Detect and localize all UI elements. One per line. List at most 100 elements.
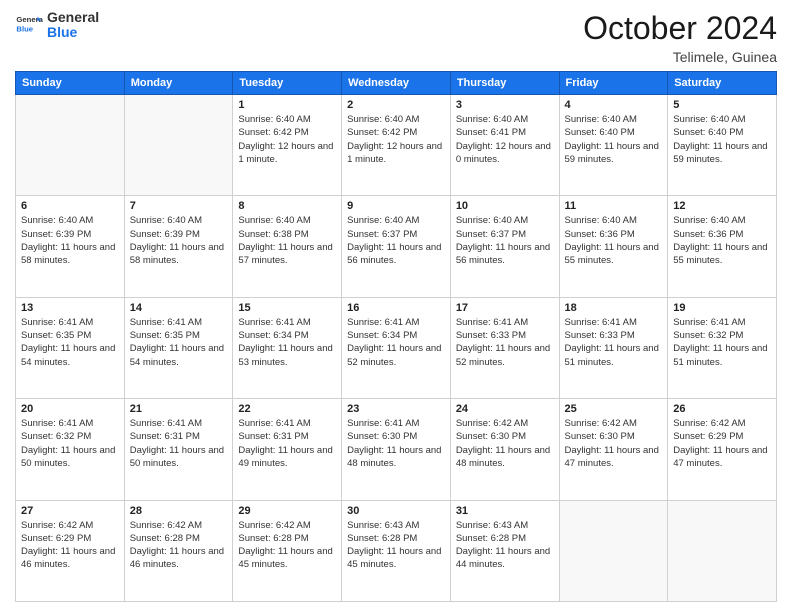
header: General Blue General Blue October 2024 T…	[15, 10, 777, 65]
day-number: 6	[21, 200, 119, 212]
calendar-week-3: 13 Sunrise: 6:41 AMSunset: 6:35 PMDayligh…	[16, 297, 777, 398]
day-info: Sunrise: 6:42 AMSunset: 6:29 PMDaylight:…	[21, 519, 119, 572]
day-info: Sunrise: 6:40 AMSunset: 6:39 PMDaylight:…	[21, 214, 119, 267]
day-number: 18	[565, 302, 663, 314]
day-info: Sunrise: 6:41 AMSunset: 6:31 PMDaylight:…	[130, 417, 228, 470]
calendar-cell: 17Sunrise: 6:41 AMSunset: 6:33 PMDayligh…	[450, 297, 559, 398]
day-info: Sunrise: 6:40 AMSunset: 6:42 PMDaylight:…	[238, 113, 336, 166]
calendar-cell: 3 Sunrise: 6:40 AMSunset: 6:41 PMDaylight…	[450, 95, 559, 196]
calendar-cell	[16, 95, 125, 196]
logo: General Blue General Blue	[15, 10, 99, 41]
day-info: Sunrise: 6:41 AMSunset: 6:34 PMDaylight:…	[347, 316, 445, 369]
day-info: Sunrise: 6:42 AMSunset: 6:28 PMDaylight:…	[238, 519, 336, 572]
calendar-cell: 9Sunrise: 6:40 AMSunset: 6:37 PMDaylight…	[342, 196, 451, 297]
calendar-cell: 16 Sunrise: 6:41 AMSunset: 6:34 PMDayligh…	[342, 297, 451, 398]
calendar-cell: 1Sunrise: 6:40 AMSunset: 6:42 PMDaylight…	[233, 95, 342, 196]
day-info: Sunrise: 6:40 AMSunset: 6:40 PMDaylight:…	[673, 113, 771, 166]
day-info: Sunrise: 6:42 AMSunset: 6:30 PMDaylight:…	[565, 417, 663, 470]
calendar-cell	[124, 95, 233, 196]
day-info: Sunrise: 6:40 AMSunset: 6:41 PMDaylight:…	[456, 113, 554, 166]
day-number: 25	[565, 403, 663, 415]
calendar-cell: 5 Sunrise: 6:40 AMSunset: 6:40 PMDaylight…	[668, 95, 777, 196]
logo-wordmark: General Blue	[47, 10, 99, 41]
day-info: Sunrise: 6:40 AMSunset: 6:40 PMDaylight:…	[565, 113, 663, 166]
month-title: October 2024	[583, 10, 777, 47]
calendar-cell: 7 Sunrise: 6:40 AMSunset: 6:39 PMDaylight…	[124, 196, 233, 297]
day-number: 4	[565, 99, 663, 111]
day-number: 31	[456, 505, 554, 517]
day-number: 5	[673, 99, 771, 111]
day-info: Sunrise: 6:40 AMSunset: 6:37 PMDaylight:…	[456, 214, 554, 267]
day-number: 17	[456, 302, 554, 314]
day-number: 28	[130, 505, 228, 517]
calendar-cell: 18Sunrise: 6:41 AMSunset: 6:33 PMDayligh…	[559, 297, 668, 398]
weekday-header-monday: Monday	[124, 72, 233, 95]
calendar-cell: 2 Sunrise: 6:40 AMSunset: 6:42 PMDaylight…	[342, 95, 451, 196]
day-info: Sunrise: 6:41 AMSunset: 6:31 PMDaylight:…	[238, 417, 336, 470]
day-number: 26	[673, 403, 771, 415]
calendar-cell: 12Sunrise: 6:40 AMSunset: 6:36 PMDayligh…	[668, 196, 777, 297]
weekday-header-friday: Friday	[559, 72, 668, 95]
day-info: Sunrise: 6:41 AMSunset: 6:35 PMDaylight:…	[130, 316, 228, 369]
weekday-header-row: SundayMondayTuesdayWednesdayThursdayFrid…	[16, 72, 777, 95]
day-info: Sunrise: 6:40 AMSunset: 6:36 PMDaylight:…	[673, 214, 771, 267]
day-info: Sunrise: 6:41 AMSunset: 6:30 PMDaylight:…	[347, 417, 445, 470]
calendar-cell: 10 Sunrise: 6:40 AMSunset: 6:37 PMDayligh…	[450, 196, 559, 297]
day-number: 16	[347, 302, 445, 314]
calendar-cell: 26Sunrise: 6:42 AMSunset: 6:29 PMDayligh…	[668, 399, 777, 500]
day-info: Sunrise: 6:40 AMSunset: 6:38 PMDaylight:…	[238, 214, 336, 267]
day-info: Sunrise: 6:43 AMSunset: 6:28 PMDaylight:…	[347, 519, 445, 572]
calendar-cell: 4 Sunrise: 6:40 AMSunset: 6:40 PMDaylight…	[559, 95, 668, 196]
title-block: October 2024 Telimele, Guinea	[583, 10, 777, 65]
logo-icon: General Blue	[15, 11, 43, 39]
calendar-cell: 14Sunrise: 6:41 AMSunset: 6:35 PMDayligh…	[124, 297, 233, 398]
calendar-week-2: 6 Sunrise: 6:40 AMSunset: 6:39 PMDaylight…	[16, 196, 777, 297]
day-info: Sunrise: 6:41 AMSunset: 6:32 PMDaylight:…	[21, 417, 119, 470]
day-number: 15	[238, 302, 336, 314]
calendar-table: SundayMondayTuesdayWednesdayThursdayFrid…	[15, 71, 777, 602]
day-number: 11	[565, 200, 663, 212]
day-number: 27	[21, 505, 119, 517]
calendar-week-5: 27 Sunrise: 6:42 AMSunset: 6:29 PMDayligh…	[16, 500, 777, 601]
weekday-header-thursday: Thursday	[450, 72, 559, 95]
day-number: 20	[21, 403, 119, 415]
day-info: Sunrise: 6:42 AMSunset: 6:28 PMDaylight:…	[130, 519, 228, 572]
svg-text:Blue: Blue	[16, 25, 33, 34]
day-number: 8	[238, 200, 336, 212]
day-info: Sunrise: 6:41 AMSunset: 6:35 PMDaylight:…	[21, 316, 119, 369]
day-number: 3	[456, 99, 554, 111]
weekday-header-tuesday: Tuesday	[233, 72, 342, 95]
logo-line2: Blue	[47, 25, 99, 40]
day-number: 21	[130, 403, 228, 415]
calendar-cell: 30Sunrise: 6:43 AMSunset: 6:28 PMDayligh…	[342, 500, 451, 601]
day-info: Sunrise: 6:40 AMSunset: 6:37 PMDaylight:…	[347, 214, 445, 267]
day-number: 10	[456, 200, 554, 212]
calendar-cell	[668, 500, 777, 601]
day-info: Sunrise: 6:40 AMSunset: 6:39 PMDaylight:…	[130, 214, 228, 267]
calendar-cell: 21 Sunrise: 6:41 AMSunset: 6:31 PMDayligh…	[124, 399, 233, 500]
calendar-cell: 8 Sunrise: 6:40 AMSunset: 6:38 PMDaylight…	[233, 196, 342, 297]
calendar-cell: 6 Sunrise: 6:40 AMSunset: 6:39 PMDaylight…	[16, 196, 125, 297]
calendar-cell: 27 Sunrise: 6:42 AMSunset: 6:29 PMDayligh…	[16, 500, 125, 601]
day-number: 24	[456, 403, 554, 415]
calendar-cell: 13 Sunrise: 6:41 AMSunset: 6:35 PMDayligh…	[16, 297, 125, 398]
location: Telimele, Guinea	[583, 49, 777, 65]
day-info: Sunrise: 6:41 AMSunset: 6:32 PMDaylight:…	[673, 316, 771, 369]
calendar-cell: 15 Sunrise: 6:41 AMSunset: 6:34 PMDayligh…	[233, 297, 342, 398]
day-info: Sunrise: 6:41 AMSunset: 6:34 PMDaylight:…	[238, 316, 336, 369]
calendar-cell	[559, 500, 668, 601]
logo-line1: General	[47, 10, 99, 25]
day-number: 29	[238, 505, 336, 517]
day-info: Sunrise: 6:40 AMSunset: 6:42 PMDaylight:…	[347, 113, 445, 166]
day-number: 22	[238, 403, 336, 415]
day-number: 7	[130, 200, 228, 212]
day-number: 13	[21, 302, 119, 314]
calendar-cell: 22 Sunrise: 6:41 AMSunset: 6:31 PMDayligh…	[233, 399, 342, 500]
calendar-cell: 24 Sunrise: 6:42 AMSunset: 6:30 PMDayligh…	[450, 399, 559, 500]
day-info: Sunrise: 6:43 AMSunset: 6:28 PMDaylight:…	[456, 519, 554, 572]
calendar-cell: 23Sunrise: 6:41 AMSunset: 6:30 PMDayligh…	[342, 399, 451, 500]
weekday-header-wednesday: Wednesday	[342, 72, 451, 95]
day-info: Sunrise: 6:42 AMSunset: 6:30 PMDaylight:…	[456, 417, 554, 470]
page: General Blue General Blue October 2024 T…	[0, 0, 792, 612]
day-number: 2	[347, 99, 445, 111]
